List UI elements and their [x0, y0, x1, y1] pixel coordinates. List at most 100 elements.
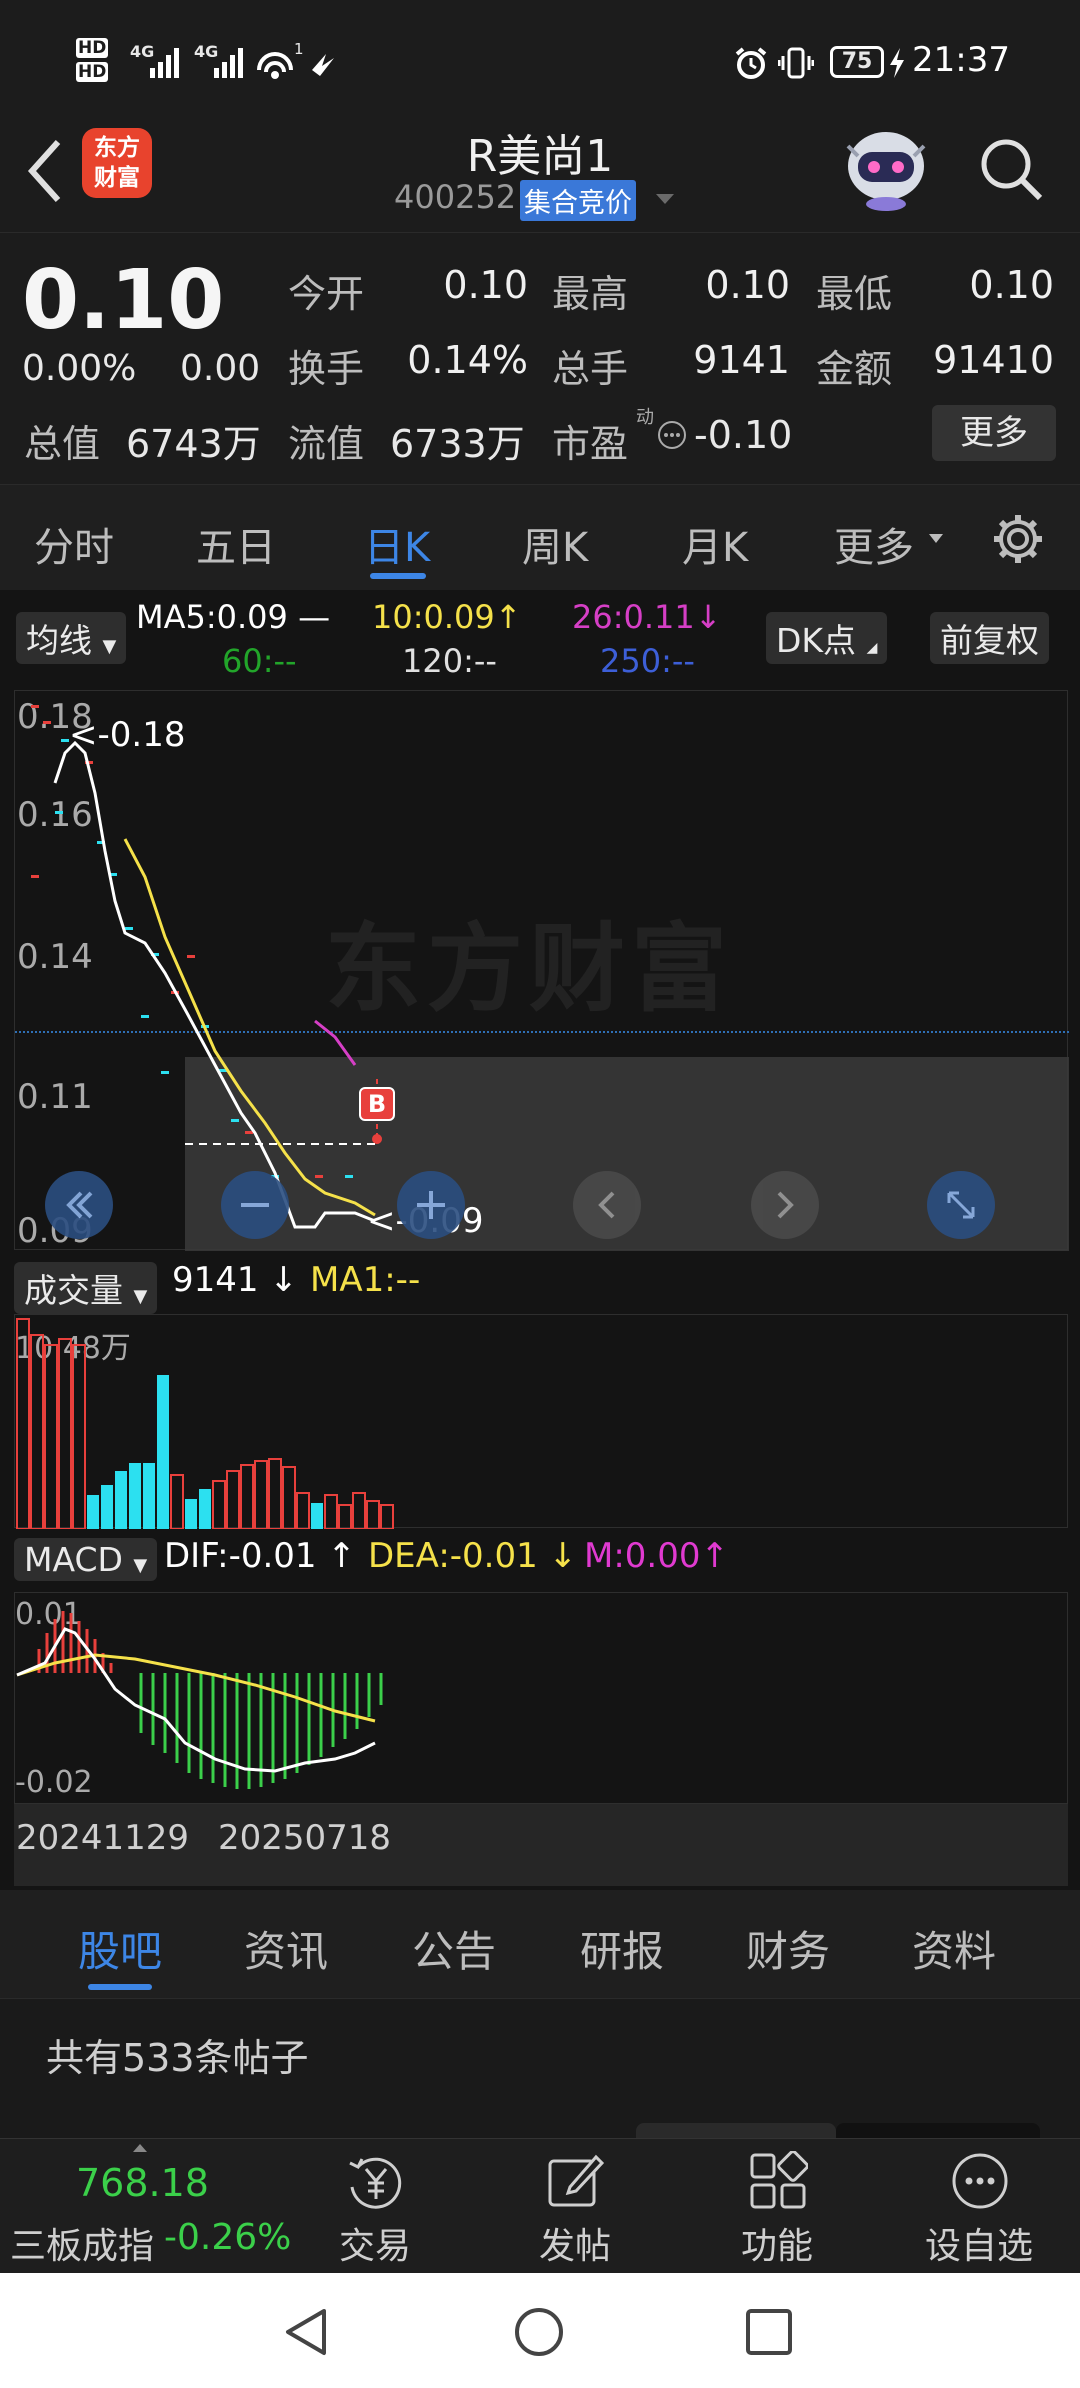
dk-point-label: DK点 [776, 621, 857, 660]
index-caret-up-icon [133, 2144, 147, 2152]
volume-value-label: 9141 [172, 1260, 259, 1300]
ma5-label: MA5:0.09 [136, 598, 288, 636]
scroll-right-button[interactable] [751, 1171, 819, 1239]
robot-assistant-icon[interactable] [840, 126, 932, 212]
tab-five-day[interactable]: 五日 [196, 515, 276, 573]
ma-selector-caret-icon: ▼ [102, 636, 117, 657]
macd-dea-label: DEA:-0.01 [368, 1536, 538, 1576]
scroll-left-button[interactable] [573, 1171, 641, 1239]
grid-icon [750, 2151, 808, 2209]
candles [31, 705, 353, 1178]
tab-weekly-k[interactable]: 周K [522, 515, 588, 573]
tab-announcements[interactable]: 公告 [412, 1918, 496, 1979]
ma-selector[interactable]: 均线 ▼ [16, 612, 127, 664]
tab-news[interactable]: 资讯 [244, 1918, 328, 1979]
high-label: 最高 [552, 272, 629, 316]
tab-finance[interactable]: 财务 [746, 1918, 830, 1979]
info-dots-icon[interactable] [656, 419, 688, 451]
total-value: 6743万 [126, 422, 261, 466]
wifi-sub-label: 1 [294, 40, 304, 58]
tab-monthly-k[interactable]: 月K [682, 515, 748, 573]
nav-back-icon[interactable] [280, 2305, 334, 2359]
volume-bars [16, 1318, 394, 1529]
battery-icon: 75 [830, 46, 884, 78]
ma26-line [314, 1019, 357, 1066]
signal2-icon [214, 48, 243, 78]
date-start: 20241129 [16, 1818, 190, 1858]
zoom-in-button[interactable] [397, 1171, 465, 1239]
clock: 21:37 [912, 40, 1010, 80]
index-value[interactable]: 768.18 [76, 2161, 209, 2205]
quote-panel: 0.10 0.00% 0.00 今开 0.10 最高 0.10 最低 0.10 … [0, 232, 1080, 484]
auction-badge: 集合竞价 [520, 180, 636, 221]
tab-research[interactable]: 研报 [580, 1918, 664, 1979]
date-axis: 20241129 20250718 [14, 1804, 1068, 1886]
yen-circle-icon [349, 2157, 402, 2209]
ma10-line [123, 838, 376, 1217]
status-bar: HD HD 4G 4G 1 75 21:37 [0, 0, 1080, 120]
index-change: -0.26% [164, 2217, 292, 2258]
trade-label: 交易 [338, 2226, 411, 2267]
ma250-value: 250:-- [600, 642, 695, 680]
volume-selector[interactable]: 成交量 ▼ [14, 1262, 158, 1314]
pe-label: 市盈 [552, 422, 629, 466]
date-mid: 20250718 [218, 1818, 392, 1858]
dk-point-button[interactable]: DK点 ◢ [766, 612, 888, 664]
marker-dot [372, 1134, 382, 1144]
macd-dif-label: DIF:-0.01 [164, 1536, 317, 1576]
tab-profile[interactable]: 资料 [912, 1918, 996, 1979]
kline-chart[interactable]: 东方财富 0.18 0.16 0.14 0.11 0.09 B <-0.18 [14, 690, 1069, 1251]
chart-area[interactable]: 均线 ▼ MA5:0.09 — 10:0.09↑ 26:0.11↓ 60:-- … [0, 590, 1080, 1890]
fullscreen-button[interactable] [927, 1171, 995, 1239]
adjust-button[interactable]: 前复权 [930, 612, 1049, 664]
ma120-value: 120:-- [402, 642, 497, 680]
turnover-label: 换手 [288, 347, 365, 391]
volume-selector-label: 成交量 [24, 1271, 123, 1310]
double-chevron-left-icon [66, 1191, 93, 1219]
alarm-icon [735, 47, 767, 79]
rewind-button[interactable] [45, 1171, 113, 1239]
max-price-label: <-0.18 [69, 715, 186, 755]
plus-icon [417, 1191, 445, 1219]
macd-m-label: M:0.00 [584, 1536, 701, 1576]
tab-intraday[interactable]: 分时 [34, 515, 114, 573]
nav-home-icon[interactable] [512, 2305, 566, 2359]
more-button[interactable]: 更多 [932, 405, 1056, 461]
ma26-value: 26:0.11↓ [572, 598, 722, 636]
ma-selector-label: 均线 [26, 621, 92, 660]
open-value: 0.10 [443, 263, 528, 307]
charging-icon [890, 48, 904, 78]
macd-chart[interactable]: 0.01 -0.02 [14, 1592, 1068, 1804]
bottom-toolbar: 768.18 三板成指 -0.26% 交易 发帖 功能 设自选 [0, 2138, 1080, 2273]
macd-selector[interactable]: MACD ▼ [14, 1538, 158, 1581]
more-caret-icon [929, 534, 943, 543]
tab-guba[interactable]: 股吧 [78, 1918, 162, 1979]
posts-count: 共有533条帖子 [46, 2036, 309, 2080]
minus-icon [241, 1203, 269, 1207]
volume-value: 9141 ↓ [172, 1260, 298, 1300]
change-pct: 0.00% [22, 348, 137, 389]
tab-daily-k[interactable]: 日K [364, 515, 430, 573]
index-name[interactable]: 三板成指 [10, 2217, 154, 2269]
caret-down-icon[interactable] [654, 192, 676, 206]
stock-header: 东方 财富 R美尚1 400252 集合竞价 [0, 120, 1080, 232]
post-card-edge-dark [836, 2123, 1040, 2139]
volume-label: 总手 [552, 347, 629, 391]
wifi-icon [257, 52, 293, 79]
settings-gear-icon[interactable] [990, 511, 1046, 567]
pe-value: -0.10 [694, 413, 793, 457]
content-tabs: 股吧 资讯 公告 研报 财务 资料 [0, 1890, 1080, 1998]
buy-marker[interactable]: B [359, 1087, 395, 1121]
macd-dif: DIF:-0.01 ↑ [164, 1536, 356, 1576]
nav-recents-icon[interactable] [742, 2305, 796, 2359]
more-circle-icon [952, 2153, 1008, 2209]
dk-corner-icon: ◢ [866, 640, 878, 656]
zoom-out-button[interactable] [221, 1171, 289, 1239]
change-value: 0.00 [180, 348, 261, 389]
vibrate-icon [778, 47, 814, 79]
volume-chart[interactable]: 10.48万 [14, 1314, 1068, 1529]
ma5-value: MA5:0.09 — [136, 598, 331, 636]
search-icon[interactable] [976, 134, 1046, 204]
volume-selector-caret-icon: ▼ [133, 1286, 148, 1307]
tab-more[interactable]: 更多 [834, 515, 914, 573]
